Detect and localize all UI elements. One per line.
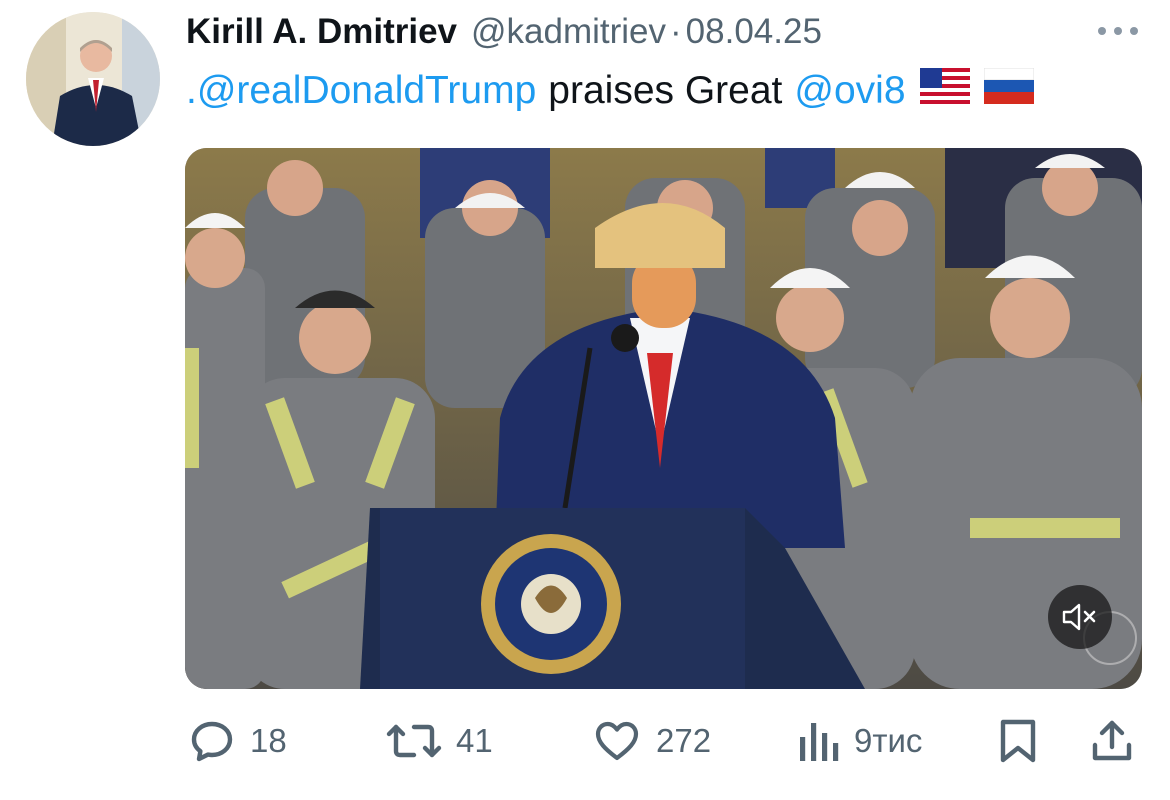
russia-flag-icon (983, 67, 1035, 114)
mention-link[interactable]: .@realDonaldTrump (186, 69, 536, 113)
repost-icon (386, 724, 442, 758)
reply-count: 18 (250, 722, 287, 759)
post-date[interactable]: 08.04.25 (686, 12, 822, 52)
analytics-icon (800, 723, 839, 761)
muted-speaker-icon (1062, 603, 1096, 631)
mention-link[interactable]: @ovi8 (794, 69, 905, 113)
repost-button[interactable]: 41 (386, 706, 493, 776)
post-header: Kirill A. Dmitriev @kadmitriev · 08.04.2… (186, 12, 822, 56)
post-text: .@realDonaldTrump praises Great @ovi8 (186, 67, 1035, 114)
author-handle[interactable]: @kadmitriev (471, 12, 666, 52)
reply-icon (191, 721, 233, 762)
share-icon (1092, 720, 1132, 761)
like-count: 272 (656, 722, 712, 759)
view-count: 9тис (854, 722, 923, 759)
more-dot (1130, 27, 1138, 35)
heart-icon (595, 721, 639, 761)
video-player[interactable] (185, 148, 1142, 689)
separator: · (670, 12, 682, 51)
avatar[interactable] (26, 12, 160, 146)
author-name[interactable]: Kirill A. Dmitriev (186, 12, 457, 52)
more-dot (1114, 27, 1122, 35)
us-flag-icon (919, 68, 970, 114)
action-bar: 18 41 272 9тис (0, 706, 1170, 776)
repost-count: 41 (456, 722, 493, 759)
avatar-image (26, 12, 160, 146)
mute-toggle-button[interactable] (1048, 585, 1112, 649)
reply-button[interactable]: 18 (188, 706, 287, 776)
video-frame (185, 148, 1142, 689)
like-button[interactable]: 272 (592, 706, 711, 776)
share-button[interactable] (1088, 706, 1136, 776)
views-button[interactable]: 9тис (796, 706, 922, 776)
more-options-icon[interactable] (1098, 16, 1138, 46)
bookmark-button[interactable] (996, 706, 1040, 776)
post-text-body: praises Great (548, 69, 783, 112)
more-dot (1098, 27, 1106, 35)
bookmark-icon (1000, 719, 1036, 763)
